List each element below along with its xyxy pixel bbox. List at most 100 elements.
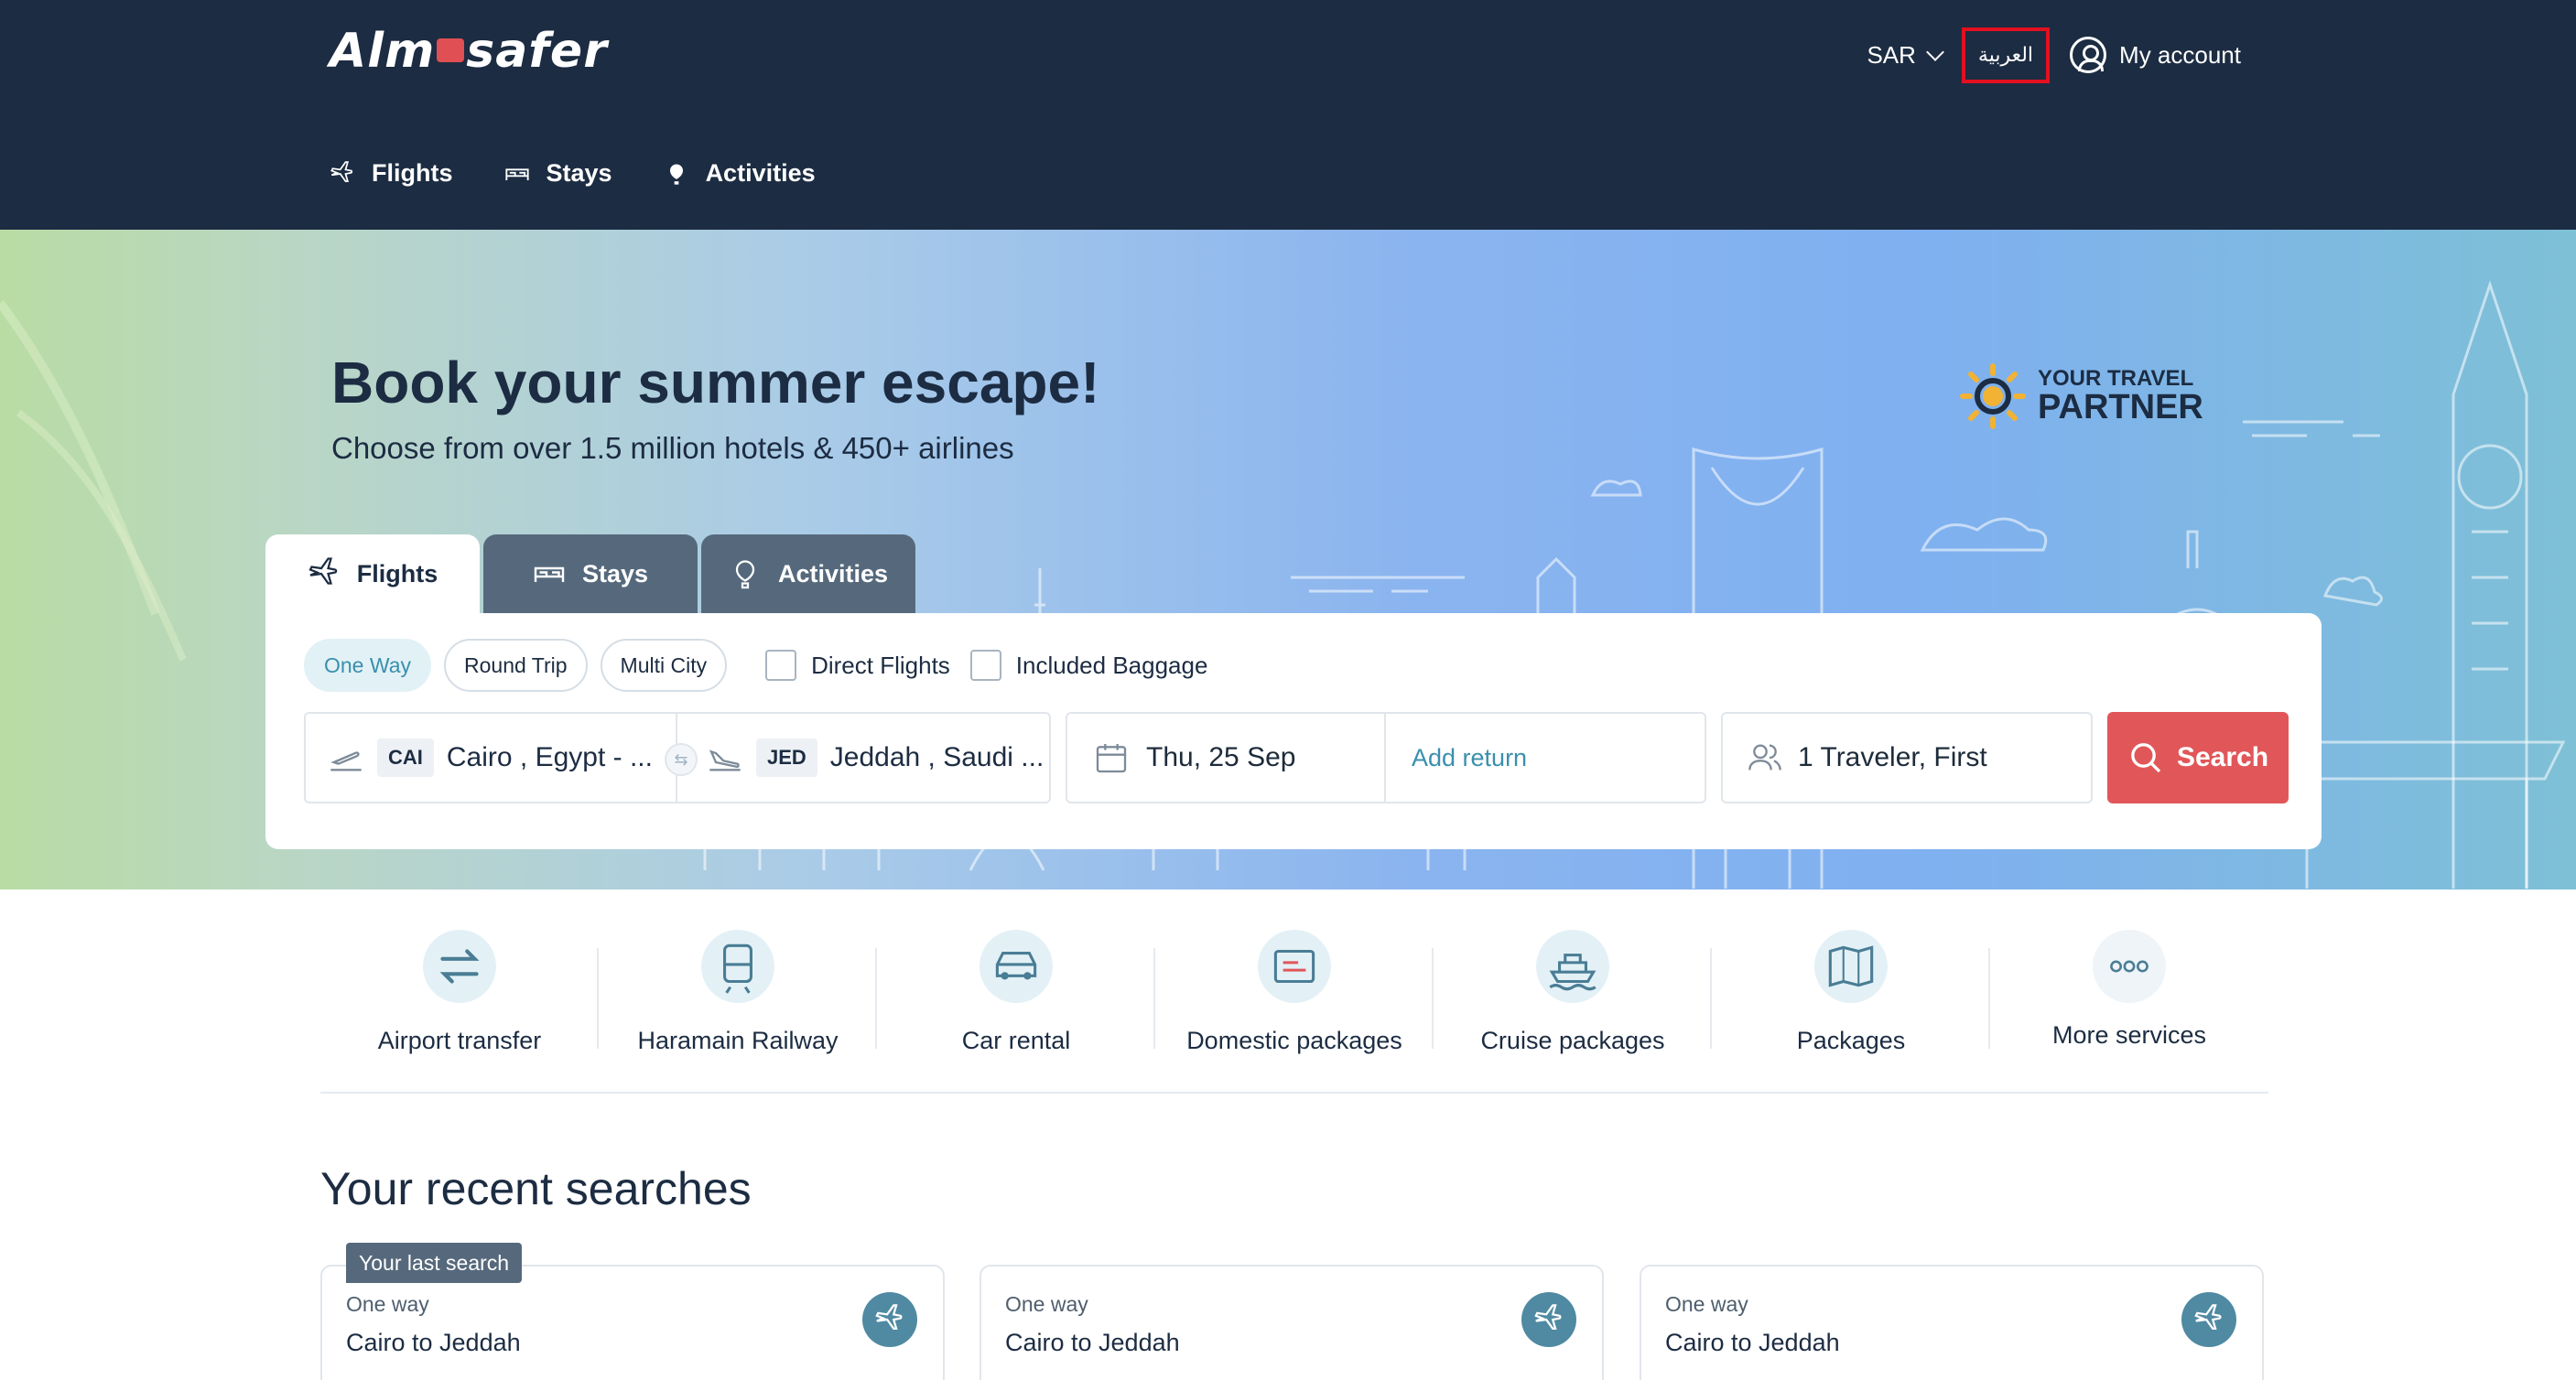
direct-flights-label: Direct Flights xyxy=(811,651,950,679)
takeoff-icon xyxy=(330,751,362,771)
add-return-button[interactable]: Add return xyxy=(1386,714,1705,802)
partner-line-1: YOUR TRAVEL xyxy=(2038,366,2194,391)
destination-city: Jeddah , Saudi ... xyxy=(829,742,1044,772)
nav-activities[interactable]: Activities xyxy=(664,159,816,188)
recent-searches-title: Your recent searches xyxy=(320,1163,752,1214)
trip-route: Cairo to Jeddah xyxy=(1005,1329,1180,1356)
language-switch[interactable]: العربية xyxy=(1961,27,2051,83)
nav-activities-label: Activities xyxy=(705,159,816,187)
service-cruise-packages[interactable]: Cruise packages xyxy=(1434,930,1712,1058)
plane-icon xyxy=(330,160,353,182)
transfer-icon xyxy=(439,949,480,984)
trip-route: Cairo to Jeddah xyxy=(346,1329,521,1356)
hero-title: Book your summer escape! xyxy=(331,350,1100,415)
section-divider xyxy=(320,1092,2268,1094)
service-label: Domestic packages xyxy=(1186,1027,1402,1054)
tab-flights[interactable]: Flights xyxy=(265,534,480,613)
destination-code: JED xyxy=(755,739,817,777)
route-field: CAI Cairo , Egypt - ... JED Jeddah , Sau… xyxy=(304,712,1051,803)
more-icon xyxy=(2110,960,2148,973)
service-label: Packages xyxy=(1796,1027,1906,1054)
service-haramain-railway[interactable]: Haramain Railway xyxy=(599,930,877,1058)
nav-stays-label: Stays xyxy=(546,159,612,187)
sun-icon xyxy=(1960,363,2026,429)
map-icon xyxy=(1828,945,1874,987)
origin-field[interactable]: CAI Cairo , Egypt - ... xyxy=(306,714,677,802)
search-button-label: Search xyxy=(2176,742,2269,772)
luggage-icon xyxy=(437,38,465,62)
landing-icon xyxy=(709,749,741,771)
service-airport-transfer[interactable]: Airport transfer xyxy=(320,930,599,1058)
direct-flights-checkbox[interactable]: Direct Flights xyxy=(765,650,950,681)
service-more[interactable]: More services xyxy=(1990,930,2268,1058)
tab-activities-label: Activities xyxy=(777,559,889,588)
logo-text-right: safer xyxy=(466,24,608,79)
flight-search-panel: One Way Round Trip Multi City Direct Fli… xyxy=(265,613,2322,849)
swap-icon[interactable]: ⇆ xyxy=(665,743,698,776)
destination-field[interactable]: JED Jeddah , Saudi ... xyxy=(677,714,1049,802)
currency-selector[interactable]: SAR xyxy=(1867,40,1944,70)
almosafer-logo[interactable]: Alm safer xyxy=(330,24,608,79)
nav-flights[interactable]: Flights xyxy=(330,159,453,188)
travelers-field[interactable]: 1 Traveler, First xyxy=(1721,712,2093,803)
travel-partner-badge: YOUR TRAVEL PARTNER xyxy=(1959,362,2203,430)
checkbox-box xyxy=(969,650,1001,681)
train-icon xyxy=(723,943,752,994)
included-baggage-checkbox[interactable]: Included Baggage xyxy=(969,650,1208,681)
services-row: Airport transfer Haramain Railway Car re… xyxy=(320,930,2268,1058)
recent-search-card[interactable]: One way Cairo to Jeddah xyxy=(980,1265,1604,1380)
balloon-icon xyxy=(669,164,683,185)
search-tabs: Flights Stays Activities xyxy=(265,534,915,613)
tab-stays-label: Stays xyxy=(581,559,649,588)
balloon-icon xyxy=(735,560,755,589)
top-header: Alm safer SAR العربية My account Flights … xyxy=(0,0,2576,230)
service-car-rental[interactable]: Car rental xyxy=(877,930,1155,1058)
tab-activities[interactable]: Activities xyxy=(701,534,915,613)
ticket-icon xyxy=(1273,949,1315,984)
ship-icon xyxy=(1549,954,1596,991)
partner-line-2: PARTNER xyxy=(2038,388,2203,426)
hero-subtitle: Choose from over 1.5 million hotels & 45… xyxy=(331,431,1014,465)
recent-search-card[interactable]: One way Cairo to Jeddah xyxy=(1640,1265,2264,1380)
nav-flights-label: Flights xyxy=(372,159,453,187)
service-domestic-packages[interactable]: Domestic packages xyxy=(1155,930,1434,1058)
last-search-badge: Your last search xyxy=(346,1243,523,1283)
currency-label: SAR xyxy=(1867,40,1916,69)
search-fields: CAI Cairo , Egypt - ... JED Jeddah , Sau… xyxy=(304,712,2289,803)
depart-date-field[interactable]: Thu, 25 Sep xyxy=(1067,714,1386,802)
included-baggage-label: Included Baggage xyxy=(1015,651,1208,679)
nav-stays[interactable]: Stays xyxy=(504,159,612,188)
car-icon xyxy=(995,952,1037,980)
bed-icon xyxy=(504,167,529,180)
service-label: Car rental xyxy=(961,1027,1071,1054)
dates-field: Thu, 25 Sep Add return xyxy=(1066,712,1706,803)
service-label: Airport transfer xyxy=(377,1027,542,1054)
header-actions: SAR العربية My account xyxy=(1867,22,2241,88)
tab-flights-label: Flights xyxy=(356,559,438,588)
plane-icon xyxy=(862,1292,917,1347)
search-button[interactable]: Search xyxy=(2107,712,2289,803)
one-way-pill[interactable]: One Way xyxy=(304,639,432,692)
plane-icon xyxy=(2181,1292,2236,1347)
multi-city-pill[interactable]: Multi City xyxy=(600,639,728,692)
origin-code: CAI xyxy=(377,739,434,777)
user-icon xyxy=(2070,37,2107,73)
depart-date: Thu, 25 Sep xyxy=(1146,742,1296,772)
search-icon xyxy=(2131,743,2161,773)
round-trip-pill[interactable]: Round Trip xyxy=(444,639,588,692)
trip-type-row: One Way Round Trip Multi City Direct Fli… xyxy=(304,639,1207,692)
calendar-icon xyxy=(1096,744,1127,773)
service-packages[interactable]: Packages xyxy=(1712,930,1990,1058)
service-label: Haramain Railway xyxy=(637,1027,839,1054)
main-nav: Flights Stays Activities xyxy=(330,159,816,188)
travelers-label: 1 Traveler, First xyxy=(1798,742,1987,772)
plane-icon xyxy=(1521,1292,1576,1347)
bed-icon xyxy=(534,566,565,582)
logo-text-left: Alm xyxy=(330,24,436,79)
trip-route: Cairo to Jeddah xyxy=(1665,1329,1840,1356)
my-account-button[interactable]: My account xyxy=(2070,37,2241,73)
service-label: Cruise packages xyxy=(1480,1027,1665,1054)
origin-city: Cairo , Egypt - ... xyxy=(446,742,653,772)
trip-type: One way xyxy=(1665,1292,1748,1316)
tab-stays[interactable]: Stays xyxy=(483,534,698,613)
